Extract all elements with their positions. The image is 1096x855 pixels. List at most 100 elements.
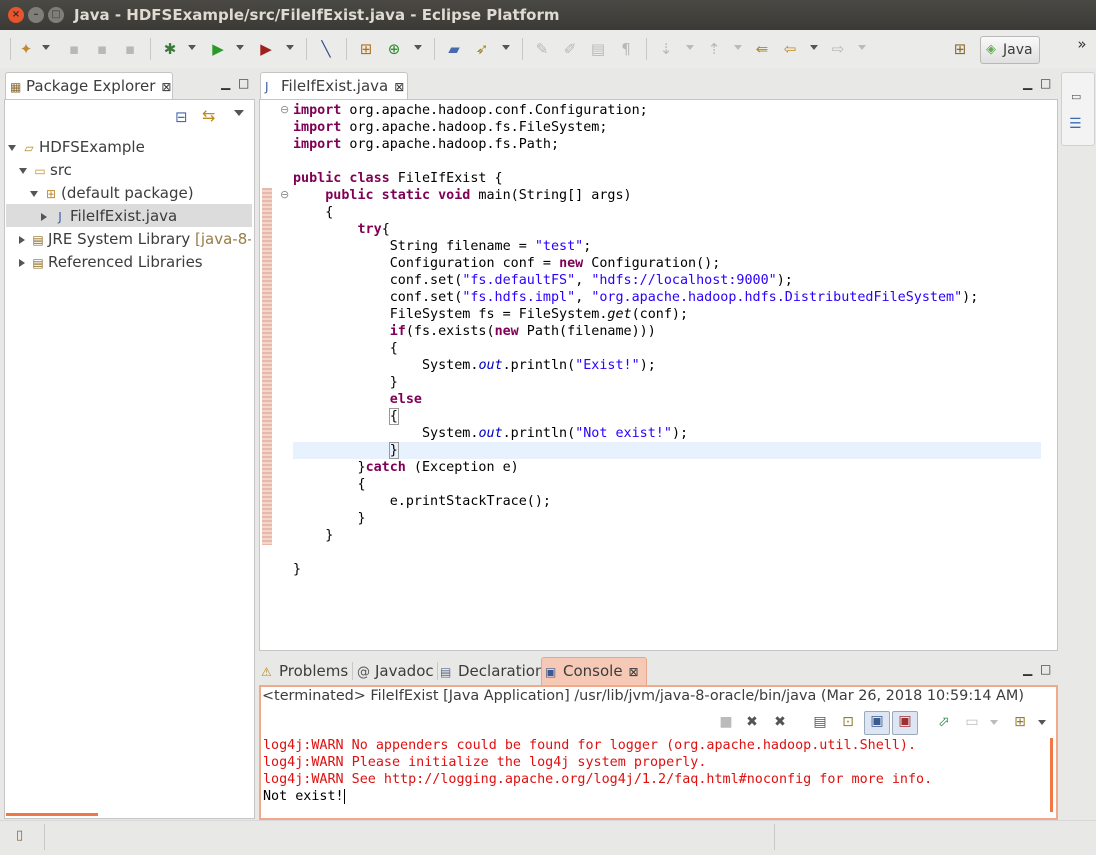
editor-tab-label: FileIfExist.java [281,77,389,95]
new-icon[interactable]: ✦ [16,39,36,59]
external-tools-dropdown-icon[interactable] [286,45,294,50]
editor-tab-close-icon[interactable]: ⊠ [394,80,404,94]
next-annotation-dropdown-icon[interactable] [686,45,694,50]
open-console-dropdown-icon[interactable] [1038,720,1046,725]
bottom-maximize-icon[interactable]: □ [1040,662,1051,676]
tab-fileifexist-java[interactable]: J FileIfExist.java ⊠ [260,72,408,99]
console-scrollbar[interactable] [1050,738,1053,812]
console-output[interactable]: log4j:WARN No appenders could be found f… [263,737,932,805]
toggle-breadcrumb-icon[interactable]: ✐ [560,39,580,59]
package-explorer-close-icon[interactable]: ⊠ [161,80,171,94]
skip-breakpoints-icon[interactable]: ╲ [316,39,336,59]
tab-separator [352,662,353,680]
display-selected-console-icon[interactable]: ▭ [962,713,982,731]
fast-view-icon[interactable]: ▯ [16,828,23,843]
library-icon: ▤ [32,233,44,247]
expand-arrow-icon[interactable] [30,190,38,197]
fold-collapse-icon[interactable]: ⊖ [280,103,289,116]
search-icon[interactable]: ➶ [472,39,492,59]
expand-arrow-icon[interactable] [41,212,47,221]
pin-console-icon[interactable]: ⬀ [934,713,954,731]
java-file-icon: J [265,80,269,94]
console-line: log4j:WARN Please initialize the log4j s… [263,755,707,770]
run-icon[interactable]: ▶ [208,39,228,59]
toggle-mark-occurrences-icon[interactable]: ✎ [532,39,552,59]
toolbar-separator [10,38,11,60]
link-with-editor-icon[interactable]: ⇆ [202,106,215,125]
next-annotation-icon[interactable]: ⇣ [656,39,676,59]
tab-problems[interactable]: ⚠ Problems [261,658,351,684]
forward-icon[interactable]: ⇨ [828,39,848,59]
window-close-button[interactable]: × [8,7,24,23]
run-dropdown-icon[interactable] [236,45,244,50]
restore-icon[interactable]: ▭ [1071,90,1081,103]
show-on-stdout-icon[interactable]: ▣ [864,711,890,735]
tree-item-jre-system-library[interactable]: ▤ JRE System Library [java-8-ora [19,228,251,250]
tree-item-fileifexist-java[interactable]: J FileIfExist.java [41,205,177,227]
scroll-lock-icon[interactable]: ⊡ [838,713,858,731]
open-perspective-icon[interactable]: ⊞ [950,39,970,59]
bottom-minimize-icon[interactable]: ▁ [1023,662,1032,676]
tree-item-src[interactable]: ▭ src [19,159,72,181]
print-icon[interactable]: ▪ [120,39,140,59]
editor-minimize-icon[interactable]: ▁ [1023,76,1032,90]
tab-javadoc[interactable]: @ Javadoc [357,658,437,684]
outline-icon[interactable]: ☰ [1069,116,1082,132]
tree-item-default-package[interactable]: ⊞ (default package) [30,182,194,204]
external-tools-icon[interactable]: ▶ [256,39,276,59]
open-console-icon[interactable]: ⊞ [1010,713,1030,731]
debug-icon[interactable]: ✱ [160,39,180,59]
expand-arrow-icon[interactable] [19,235,25,244]
debug-dropdown-icon[interactable] [188,45,196,50]
open-type-icon[interactable]: ▰ [444,39,464,59]
view-menu-icon[interactable] [234,110,244,116]
fold-collapse-icon[interactable]: ⊖ [280,188,289,201]
remove-all-terminated-icon[interactable]: ✖ [770,713,790,731]
back-dropdown-icon[interactable] [810,45,818,50]
toolbar-separator [646,38,647,60]
tab-package-explorer[interactable]: ▦ Package Explorer ⊠ [5,72,173,99]
tab-declaration-label: Declaration [458,662,545,680]
tab-console[interactable]: ▣ Console ⊠ [541,657,647,686]
expand-arrow-icon[interactable] [19,167,27,174]
toolbar-separator [346,38,347,60]
save-all-icon[interactable]: ▪ [92,39,112,59]
remove-launch-icon[interactable]: ✖ [742,713,762,731]
console-icon: ▣ [545,665,557,679]
previous-annotation-dropdown-icon[interactable] [734,45,742,50]
console-header: <terminated> FileIfExist [Java Applicati… [262,688,1024,704]
new-dropdown-icon[interactable] [42,45,50,50]
search-dropdown-icon[interactable] [502,45,510,50]
clear-console-icon[interactable]: ▤ [810,713,830,731]
editor-maximize-icon[interactable]: □ [1040,76,1051,90]
new-class-dropdown-icon[interactable] [414,45,422,50]
last-edit-location-icon[interactable]: ⇚ [752,39,772,59]
collapse-all-icon[interactable]: ⊟ [175,108,188,126]
expand-arrow-icon[interactable] [19,258,25,267]
save-icon[interactable]: ▪ [64,39,84,59]
tree-item-referenced-libraries[interactable]: ▤ Referenced Libraries [19,251,203,273]
status-separator [774,824,775,850]
forward-dropdown-icon[interactable] [858,45,866,50]
show-on-stderr-icon[interactable]: ▣ [892,711,918,735]
package-explorer-minimize-icon[interactable]: ▁ [221,76,230,90]
terminate-icon[interactable]: ■ [716,713,736,731]
block-selection-icon[interactable]: ▤ [588,39,608,59]
display-console-dropdown-icon[interactable] [990,720,998,725]
editor-code[interactable]: import org.apache.hadoop.conf.Configurat… [293,102,978,578]
window-minimize-button[interactable]: – [28,7,44,23]
window-maximize-button[interactable]: □ [48,7,64,23]
tab-declaration[interactable]: ▤ Declaration [440,658,544,684]
more-perspectives-icon[interactable]: » [1072,34,1092,54]
expand-arrow-icon[interactable] [8,144,16,151]
console-tab-close-icon[interactable]: ⊠ [629,665,639,679]
show-whitespace-icon[interactable]: ¶ [616,39,636,59]
previous-annotation-icon[interactable]: ⇡ [704,39,724,59]
java-perspective-label: Java [1003,42,1033,58]
tree-item-hdfsexample[interactable]: ▱ HDFSExample [8,136,145,158]
new-java-class-icon[interactable]: ⊕ [384,39,404,59]
back-icon[interactable]: ⇦ [780,39,800,59]
java-perspective-button[interactable]: ◈ Java [980,36,1040,64]
new-java-package-icon[interactable]: ⊞ [356,39,376,59]
package-explorer-maximize-icon[interactable]: □ [238,76,249,90]
